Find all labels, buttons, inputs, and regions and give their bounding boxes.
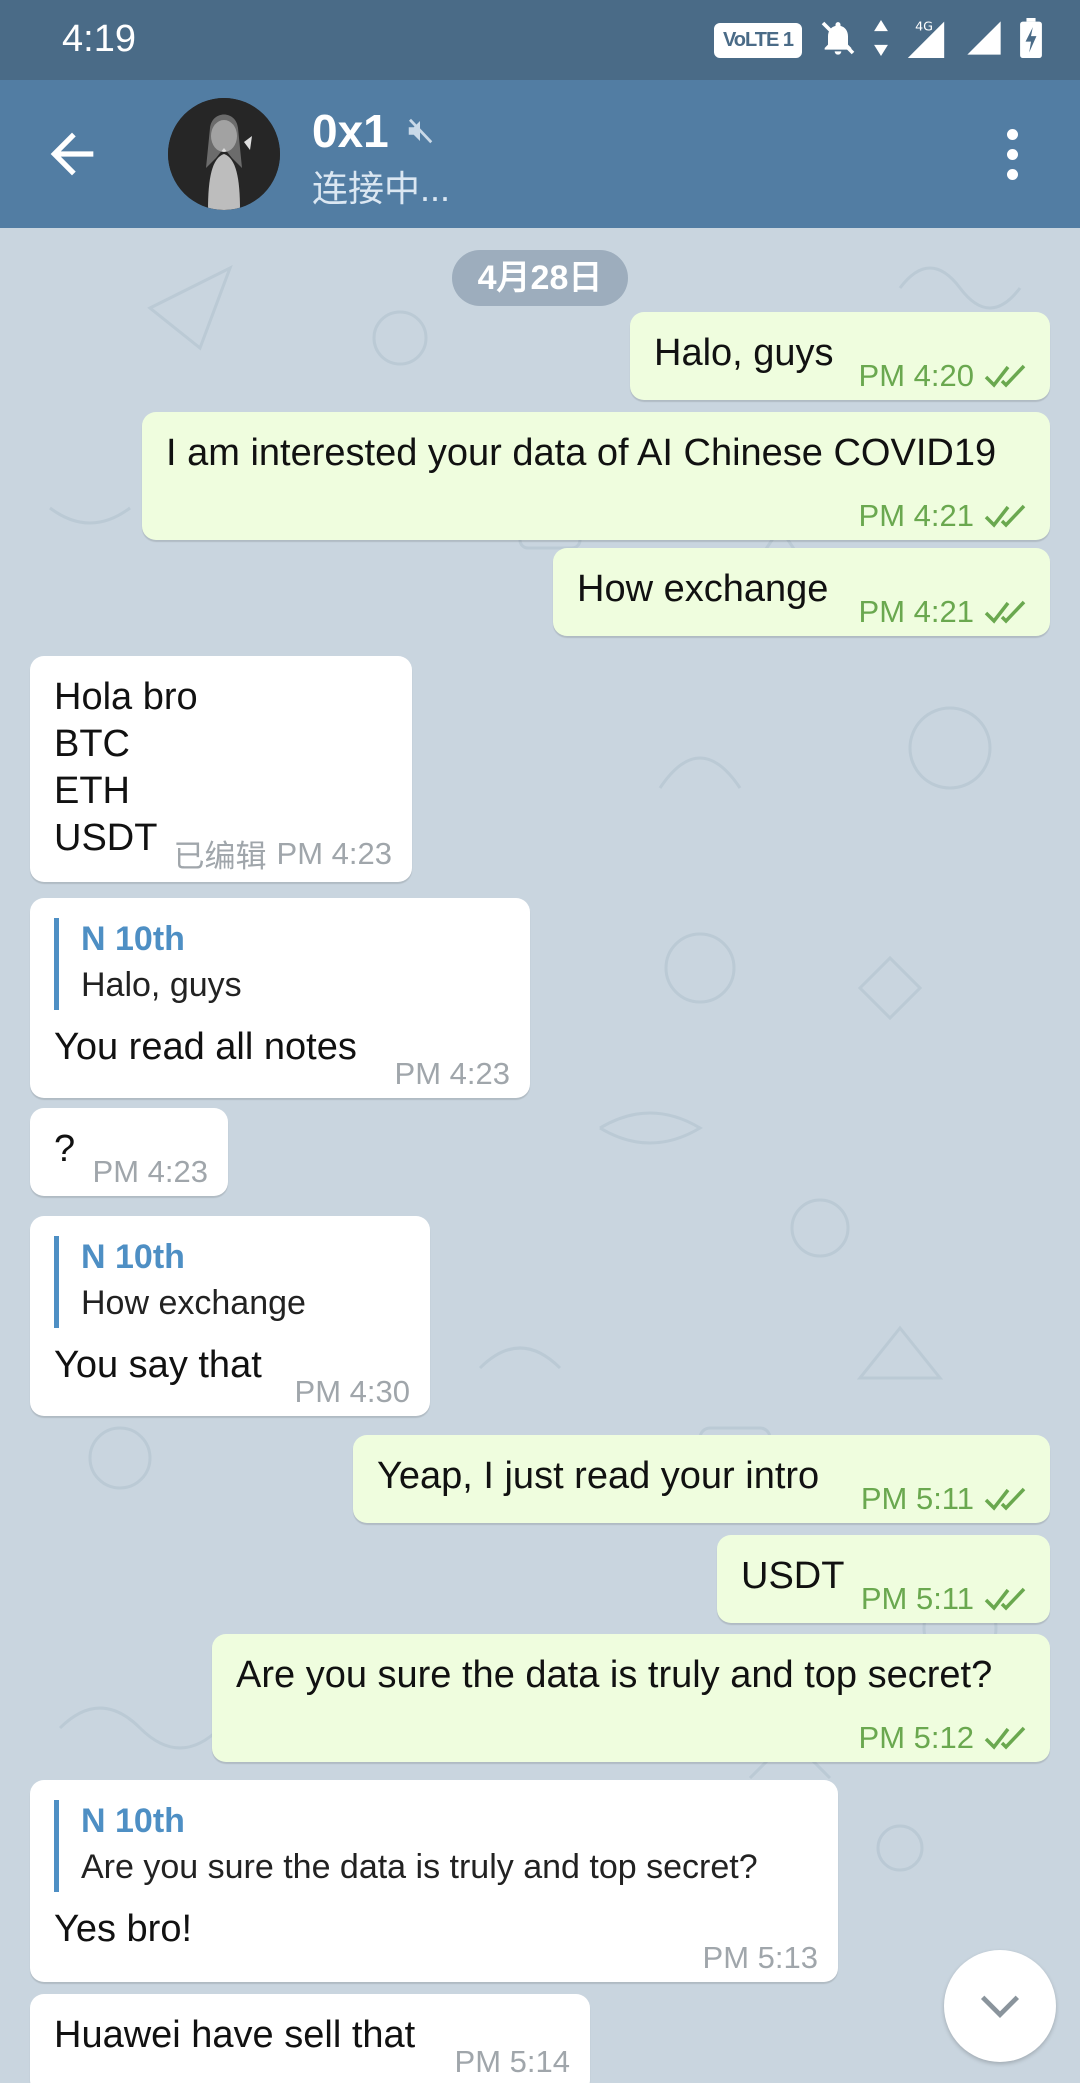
message-line: BTC [54,723,130,765]
double-check-icon [984,600,1026,624]
battery-charging-icon [1020,17,1042,63]
more-options-button[interactable] [984,122,1040,186]
message-text: Are you sure the data is truly and top s… [236,1654,993,1696]
status-time: 4:19 [62,18,136,60]
connection-status: 连接中... [312,168,451,209]
status-icons: VoLTE 1 4G [713,17,1042,63]
message-line: USDT [54,817,158,859]
signal-4g-icon: 4G [904,18,948,63]
message-meta: PM 5:13 [703,1940,818,1976]
dot [1006,148,1018,160]
reply-author: N 10th [81,1802,185,1840]
dot [1006,128,1018,140]
message-time: PM 4:21 [858,594,974,629]
message-bubble[interactable]: N 10th Halo, guys You read all notes PM … [30,898,530,1098]
message-time: PM 4:30 [294,1374,410,1409]
message-text: Yeap, I just read your intro [377,1455,820,1497]
message-meta: PM 4:23 [395,1056,510,1092]
arrow-left-icon [50,132,94,176]
message-meta: PM 5:14 [455,2044,570,2080]
chat-header: 0x1 连接中... [0,80,1080,228]
message-time: PM 5:11 [860,1481,974,1516]
message-text: ? [54,1128,76,1170]
chevron-down-icon [980,1995,1020,2019]
date-chip: 4月28日 [452,250,628,306]
message-meta: 已编辑 PM 4:23 [174,831,392,876]
message-bubble[interactable]: N 10th Are you sure the data is truly an… [30,1780,838,1982]
data-arrows-icon [874,19,888,61]
message-meta: PM 4:21 [859,594,1028,630]
scroll-down-button[interactable] [944,1950,1056,2062]
message-meta: PM 4:30 [295,1374,410,1410]
message-text: Yes bro! [54,1908,193,1950]
message-text: Huawei have sell that [54,2014,416,2056]
message-line: ETH [54,770,130,812]
muted-speaker-icon [408,118,432,144]
chat-area[interactable]: 4月28日 Halo, guys PM 4:20 I am interested… [0,228,1080,2083]
message-text: I am interested your data of AI Chinese … [166,432,997,474]
message-text: How exchange [577,568,829,610]
message-meta: PM 5:11 [861,1581,1028,1617]
notifications-off-icon [818,18,858,63]
message-time: PM 4:20 [858,358,974,393]
signal-icon [964,18,1004,63]
reply-author: N 10th [81,920,185,958]
double-check-icon [984,504,1026,528]
reply-text: Halo, guys [81,966,242,1004]
reply-quote[interactable]: N 10th Halo, guys [54,918,242,1010]
message-bubble[interactable]: How exchange PM 4:21 [553,548,1050,636]
message-time: PM 5:12 [858,1720,974,1755]
message-time: PM 4:21 [858,498,974,533]
chat-title[interactable]: 0x1 [312,104,435,158]
message-time: PM 4:23 [276,835,392,871]
status-bar: 4:19 VoLTE 1 4G [0,0,1080,80]
double-check-icon [984,364,1026,388]
message-meta: PM 5:11 [861,1481,1028,1517]
message-meta: PM 4:23 [93,1154,208,1190]
message-time: PM 4:23 [394,1056,510,1091]
avatar[interactable] [168,98,280,210]
chat-title-text: 0x1 [312,105,389,157]
reply-quote[interactable]: N 10th How exchange [54,1236,306,1328]
message-bubble[interactable]: Yeap, I just read your intro PM 5:11 [353,1435,1050,1523]
message-meta: PM 4:21 [859,498,1028,534]
message-bubble[interactable]: Halo, guys PM 4:20 [630,312,1050,400]
message-time: PM 4:23 [92,1154,208,1189]
message-bubble[interactable]: Are you sure the data is truly and top s… [212,1634,1050,1762]
message-time: PM 5:13 [702,1940,818,1975]
reply-text: Are you sure the data is truly and top s… [81,1848,758,1886]
message-text: USDT [741,1555,845,1597]
message-time: PM 5:14 [454,2044,570,2079]
message-meta: PM 5:12 [859,1720,1028,1756]
message-meta: PM 4:20 [859,358,1028,394]
message-bubble[interactable]: N 10th How exchange You say that PM 4:30 [30,1216,430,1416]
message-bubble[interactable]: Huawei have sell that PM 5:14 [30,1994,590,2083]
message-text: You read all notes [54,1026,357,1068]
message-time: PM 5:11 [860,1581,974,1616]
message-text: You say that [54,1344,262,1386]
reply-quote[interactable]: N 10th Are you sure the data is truly an… [54,1800,758,1892]
message-line: Hola bro [54,676,198,718]
volte-badge: VoLTE 1 [713,22,802,58]
double-check-icon [984,1587,1026,1611]
reply-author: N 10th [81,1238,185,1276]
message-bubble[interactable]: I am interested your data of AI Chinese … [142,412,1050,540]
reply-text: How exchange [81,1284,306,1322]
message-bubble[interactable]: Hola bro BTC ETH USDT 已编辑 PM 4:23 [30,656,412,882]
svg-text:4G: 4G [915,18,933,33]
message-text: Halo, guys [654,332,834,374]
double-check-icon [984,1487,1026,1511]
back-button[interactable] [40,122,104,186]
message-bubble[interactable]: USDT PM 5:11 [717,1535,1050,1623]
double-check-icon [984,1726,1026,1750]
message-bubble[interactable]: ? PM 4:23 [30,1108,228,1196]
edited-label: 已编辑 [173,839,267,874]
dot [1006,168,1018,180]
